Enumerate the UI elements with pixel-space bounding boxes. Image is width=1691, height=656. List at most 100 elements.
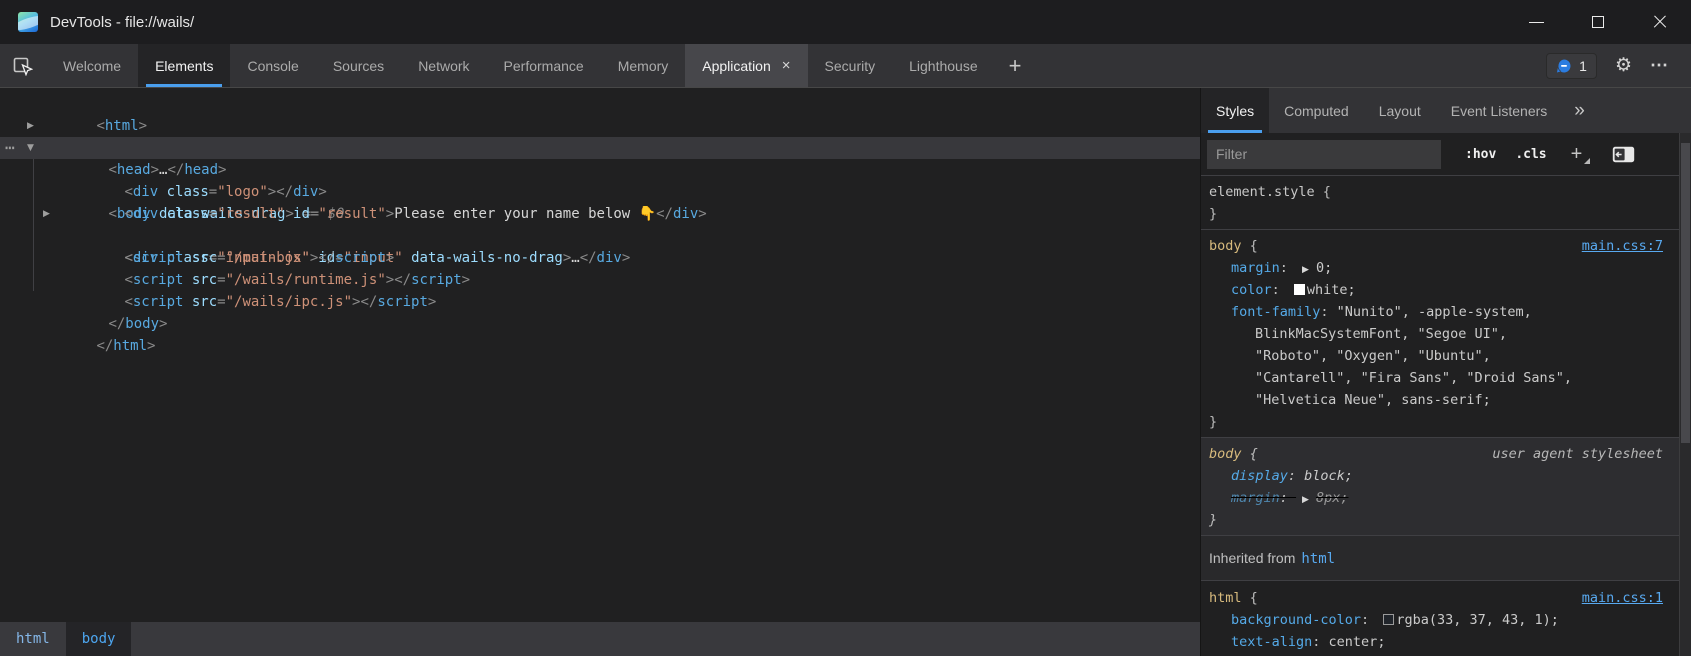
- css-declaration-margin-overridden[interactable]: margin: ▶8px;: [1201, 487, 1679, 509]
- expand-arrow-icon[interactable]: ▶: [27, 115, 34, 137]
- style-rule-close: }: [1201, 203, 1679, 225]
- css-value[interactable]: rgba(33, 37, 43, 1);: [1396, 612, 1559, 628]
- close-tab-icon[interactable]: ×: [782, 57, 791, 74]
- add-tab-button[interactable]: +: [995, 44, 1036, 87]
- styles-filter-input[interactable]: [1207, 140, 1441, 169]
- style-selector[interactable]: html: [1209, 590, 1242, 606]
- expand-arrow-icon[interactable]: ▶: [43, 203, 50, 225]
- new-style-rule-button[interactable]: +: [1571, 143, 1591, 166]
- css-value-wrap: "Roboto", "Oxygen", "Ubuntu",: [1201, 345, 1679, 367]
- dom-tree: <html> ▶ <head>…</head> ⋯ ▼ <body data-w…: [0, 88, 1200, 622]
- css-property[interactable]: margin: [1231, 490, 1280, 506]
- css-value: "Helvetica Neue", sans-serif;: [1255, 392, 1491, 408]
- pseudo-state-toggle[interactable]: :hov: [1465, 147, 1496, 162]
- tab-performance[interactable]: Performance: [487, 44, 601, 87]
- tab-layout[interactable]: Layout: [1364, 88, 1436, 133]
- tree-node-html-open[interactable]: <html>: [0, 93, 1200, 115]
- tab-welcome[interactable]: Welcome: [46, 44, 138, 87]
- css-value[interactable]: center;: [1329, 634, 1386, 650]
- maximize-button[interactable]: [1567, 0, 1629, 44]
- tree-node-body-selected[interactable]: ⋯ ▼ <body data-wails-drag> == $0: [0, 137, 1200, 159]
- tree-node-html-close[interactable]: </html>: [0, 313, 1200, 335]
- tree-node-logo-div[interactable]: <div class="logo"></div>: [0, 159, 1200, 181]
- tab-memory[interactable]: Memory: [601, 44, 686, 87]
- shorthand-expand-icon[interactable]: ▶: [1302, 259, 1309, 281]
- element-style-section[interactable]: element.style { }: [1201, 176, 1679, 230]
- css-property[interactable]: background-color: [1231, 612, 1361, 628]
- css-property[interactable]: font-family: [1231, 304, 1320, 320]
- style-selector[interactable]: body: [1209, 238, 1242, 254]
- breadcrumb-body[interactable]: body: [66, 622, 132, 656]
- css-declaration-margin[interactable]: margin: ▶0;: [1201, 257, 1679, 279]
- code-token: }: [1209, 414, 1217, 430]
- tree-node-head[interactable]: ▶ <head>…</head>: [0, 115, 1200, 137]
- tree-node-script-runtime[interactable]: <script src="/wails/runtime.js"></script…: [0, 247, 1200, 269]
- toggle-computed-sidebar-button[interactable]: [1612, 146, 1635, 163]
- css-declaration-text-align-clipped[interactable]: text-align: center;: [1201, 631, 1679, 653]
- stylesheet-origin: user agent stylesheet: [1492, 443, 1663, 465]
- css-value[interactable]: white;: [1307, 282, 1356, 298]
- style-selector[interactable]: element.style: [1209, 184, 1315, 200]
- code-token: {: [1242, 590, 1258, 606]
- user-agent-rule-section[interactable]: body {user agent stylesheet display: blo…: [1201, 438, 1679, 536]
- tab-network[interactable]: Network: [401, 44, 486, 87]
- css-value[interactable]: "Nunito", -apple-system,: [1337, 304, 1532, 320]
- css-property[interactable]: margin: [1231, 260, 1280, 276]
- tab-console[interactable]: Console: [230, 44, 315, 87]
- stylesheet-link[interactable]: main.css:1: [1582, 587, 1663, 609]
- stylesheet-link[interactable]: main.css:7: [1582, 235, 1663, 257]
- css-declaration-font-family[interactable]: font-family: "Nunito", -apple-system,: [1201, 301, 1679, 323]
- scrollbar-thumb[interactable]: [1681, 143, 1690, 443]
- code-token: >: [147, 338, 155, 354]
- close-button[interactable]: [1629, 0, 1691, 44]
- css-value[interactable]: 0;: [1316, 260, 1332, 276]
- tree-node-input-div[interactable]: ▶ <div class="input-box" id="input" data…: [0, 203, 1200, 225]
- css-value[interactable]: block;: [1304, 468, 1353, 484]
- color-swatch[interactable]: [1294, 284, 1305, 295]
- code-token: :: [1320, 304, 1336, 320]
- color-swatch[interactable]: [1383, 614, 1394, 625]
- settings-gear-icon[interactable]: ⚙: [1615, 56, 1632, 75]
- css-declaration-color[interactable]: color: white;: [1201, 279, 1679, 301]
- collapse-arrow-icon[interactable]: ▼: [27, 137, 34, 159]
- tab-lighthouse[interactable]: Lighthouse: [892, 44, 995, 87]
- styles-scrollbar[interactable]: [1679, 133, 1691, 656]
- inspect-element-button[interactable]: [0, 44, 46, 87]
- css-property[interactable]: color: [1231, 282, 1272, 298]
- tab-event-listeners[interactable]: Event Listeners: [1436, 88, 1563, 133]
- tab-computed[interactable]: Computed: [1269, 88, 1364, 133]
- breadcrumb-html[interactable]: html: [0, 622, 66, 656]
- inherited-from-header: Inherited fromhtml: [1201, 536, 1679, 581]
- inherited-node-link[interactable]: html: [1301, 551, 1335, 567]
- tab-label: Elements: [155, 58, 213, 74]
- style-selector: body: [1209, 446, 1242, 462]
- tree-node-result-div[interactable]: <div class="result" id="result">Please e…: [0, 181, 1200, 203]
- minimize-button[interactable]: [1505, 0, 1567, 44]
- tree-node-body-close[interactable]: </body>: [0, 291, 1200, 313]
- tab-sources[interactable]: Sources: [316, 44, 401, 87]
- css-property[interactable]: text-align: [1231, 634, 1312, 650]
- element-class-toggle[interactable]: .cls: [1515, 147, 1546, 162]
- main-split: <html> ▶ <head>…</head> ⋯ ▼ <body data-w…: [0, 88, 1691, 656]
- tab-styles[interactable]: Styles: [1201, 88, 1269, 133]
- tab-security[interactable]: Security: [808, 44, 893, 87]
- css-value[interactable]: 8px;: [1316, 490, 1349, 506]
- tab-elements[interactable]: Elements: [138, 44, 230, 87]
- css-declaration-background-color[interactable]: background-color: rgba(33, 37, 43, 1);: [1201, 609, 1679, 631]
- css-property[interactable]: display: [1231, 468, 1288, 484]
- issues-counter-button[interactable]: 1: [1546, 53, 1597, 79]
- tab-application[interactable]: Application ×: [685, 44, 807, 87]
- tree-node-script-ipc[interactable]: <script src="/wails/ipc.js"></script>: [0, 269, 1200, 291]
- body-rule-section[interactable]: body {main.css:7 margin: ▶0; color: whit…: [1201, 230, 1679, 438]
- node-menu-icon[interactable]: ⋯: [5, 137, 15, 159]
- overflow-menu-icon[interactable]: ⋯: [1650, 55, 1669, 76]
- css-declaration-display[interactable]: display: block;: [1201, 465, 1679, 487]
- tree-node-script-main[interactable]: <script src="/main.js"></script>: [0, 225, 1200, 247]
- code-token: :: [1361, 612, 1377, 628]
- shorthand-expand-icon[interactable]: ▶: [1302, 489, 1309, 511]
- maximize-icon: [1592, 16, 1604, 28]
- more-tabs-chevron-icon[interactable]: »: [1574, 88, 1585, 133]
- issues-chat-bubble-icon: [1556, 58, 1572, 74]
- style-rule-close: }: [1201, 509, 1679, 531]
- html-rule-section[interactable]: html { main.css:1 background-color: rgba(…: [1201, 581, 1679, 656]
